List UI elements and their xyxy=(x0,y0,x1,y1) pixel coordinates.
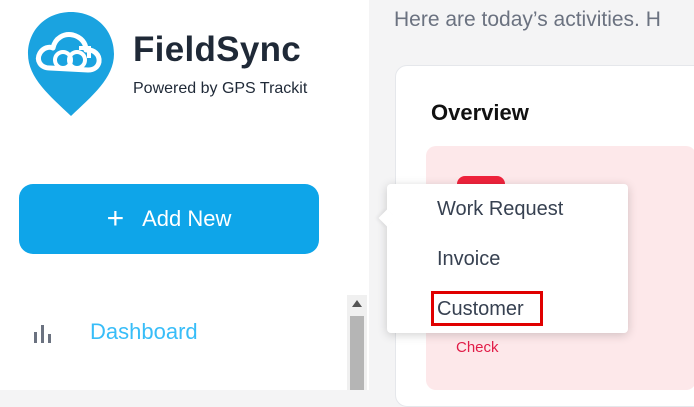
add-new-button[interactable]: + Add New xyxy=(19,184,319,254)
menu-item-invoice[interactable]: Invoice xyxy=(437,248,500,271)
sidebar: FieldSync Powered by GPS Trackit + Add N… xyxy=(0,0,369,390)
scroll-up-arrow-icon[interactable] xyxy=(350,297,364,309)
greeting-text: Here are today’s activities. H xyxy=(394,8,661,31)
add-new-label: Add New xyxy=(142,206,232,231)
sidebar-item-dashboard[interactable]: Dashboard xyxy=(30,312,330,352)
cloud-sync-pin-icon xyxy=(28,12,114,116)
menu-item-work-request[interactable]: Work Request xyxy=(437,198,563,221)
bar-chart-icon xyxy=(34,325,51,343)
brand-tagline: Powered by GPS Trackit xyxy=(133,80,308,97)
sidebar-item-label: Dashboard xyxy=(90,319,198,344)
overview-title: Overview xyxy=(431,100,529,125)
customer-highlight-box xyxy=(431,291,543,326)
brand-name: FieldSync xyxy=(133,30,302,69)
scrollbar-thumb[interactable] xyxy=(350,316,364,390)
check-link[interactable]: Check xyxy=(456,339,499,356)
plus-icon: + xyxy=(106,202,125,235)
